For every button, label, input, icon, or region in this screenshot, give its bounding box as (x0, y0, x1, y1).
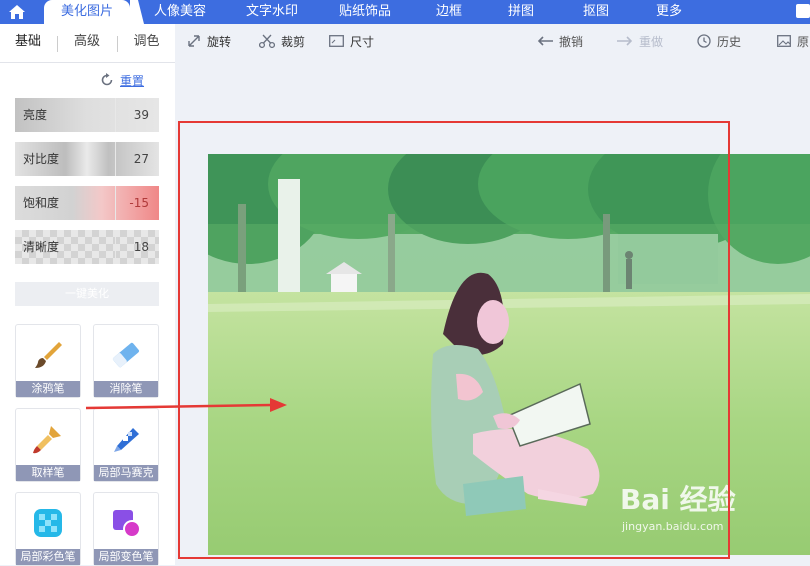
annotation-arrow (85, 398, 287, 412)
